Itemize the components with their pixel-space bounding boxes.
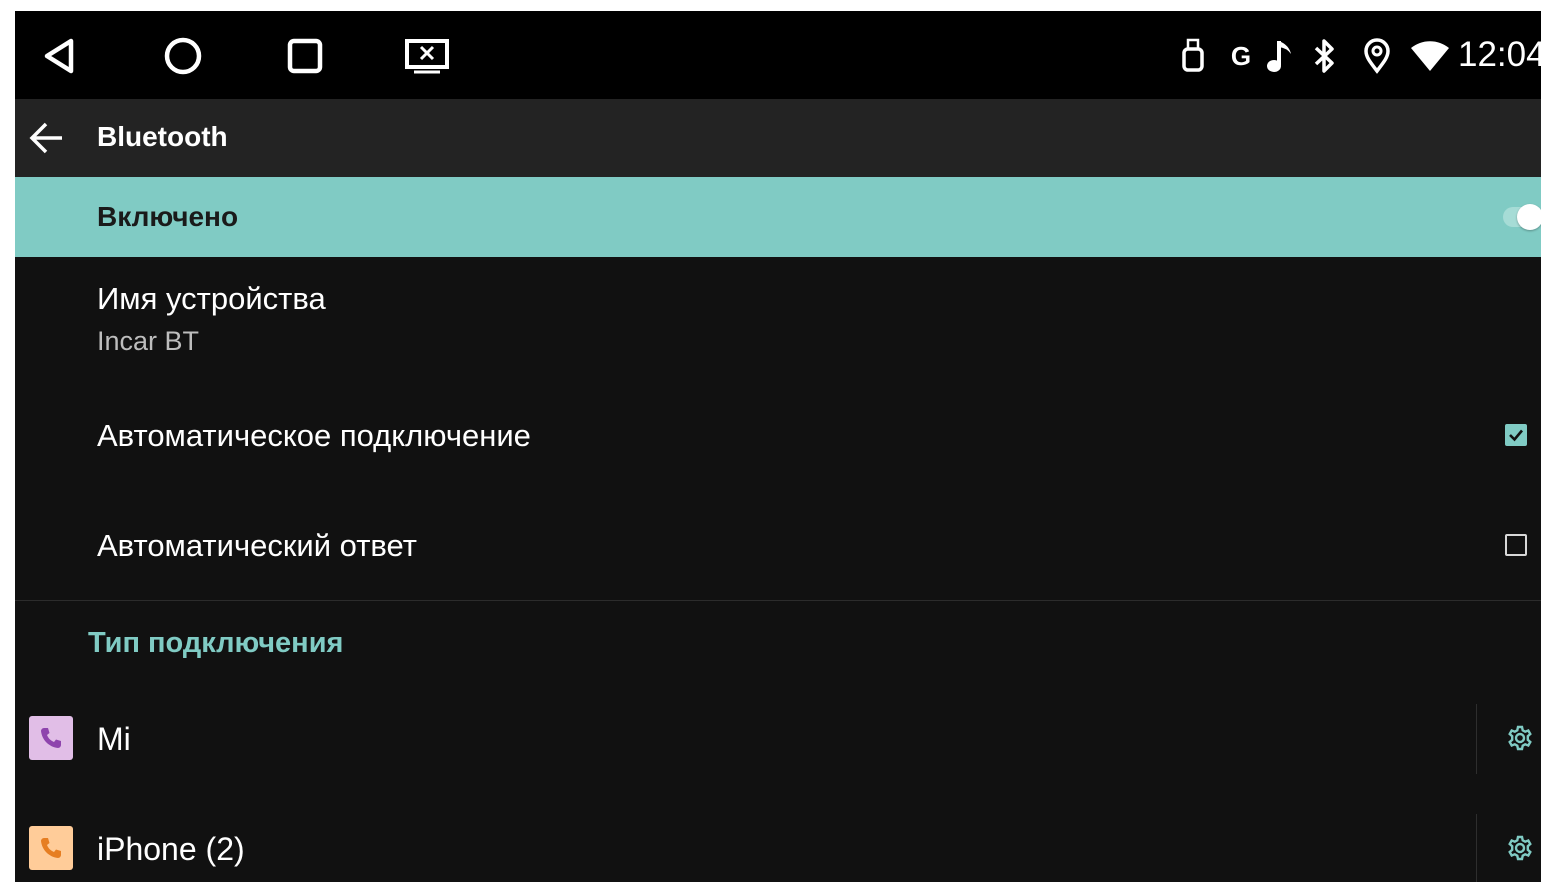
bluetooth-master-switch-bar[interactable]: Включено (15, 177, 1541, 257)
pref-device-name-title: Имя устройства (97, 281, 326, 316)
page-title: Bluetooth (97, 121, 228, 152)
location-icon (1362, 37, 1392, 75)
phone-icon (29, 716, 73, 760)
usb-icon (1181, 37, 1205, 75)
back-arrow-icon[interactable] (29, 120, 65, 156)
gear-icon[interactable] (1506, 834, 1534, 862)
wifi-icon (1410, 37, 1450, 75)
status-bar: G 12:04 (15, 11, 1541, 99)
g-indicator-label: G (1230, 40, 1252, 71)
pref-auto-connect-title: Автоматическое подключение (97, 418, 531, 453)
switch-thumb[interactable] (1517, 204, 1541, 230)
device-separator (1476, 704, 1477, 774)
master-switch-label: Включено (97, 201, 239, 232)
divider (15, 600, 1541, 601)
music-note-icon (1265, 37, 1295, 75)
recents-square-icon[interactable] (282, 33, 328, 79)
category-header: Тип подключения (88, 627, 344, 659)
screen-close-icon[interactable] (404, 33, 450, 79)
back-triangle-icon[interactable] (36, 33, 82, 79)
bluetooth-icon (1311, 37, 1337, 75)
check-icon (1509, 429, 1523, 442)
pref-auto-answer-title: Автоматический ответ (97, 528, 417, 563)
home-circle-icon[interactable] (160, 33, 206, 79)
device-name: Mi (97, 721, 131, 757)
screen: G 12:04 Bluetooth Включено Имя устройств… (15, 11, 1541, 882)
phone-icon (29, 826, 73, 870)
pref-device-name-value: Incar BT (97, 326, 200, 356)
auto-connect-checkbox[interactable] (1505, 424, 1527, 446)
status-clock: 12:04 (1458, 35, 1541, 74)
device-name: iPhone (2) (97, 831, 245, 867)
auto-answer-checkbox[interactable] (1505, 534, 1527, 556)
device-separator (1476, 814, 1477, 882)
app-bar: Bluetooth (15, 99, 1541, 177)
g-indicator: G (1227, 37, 1255, 75)
gear-icon[interactable] (1506, 724, 1534, 752)
